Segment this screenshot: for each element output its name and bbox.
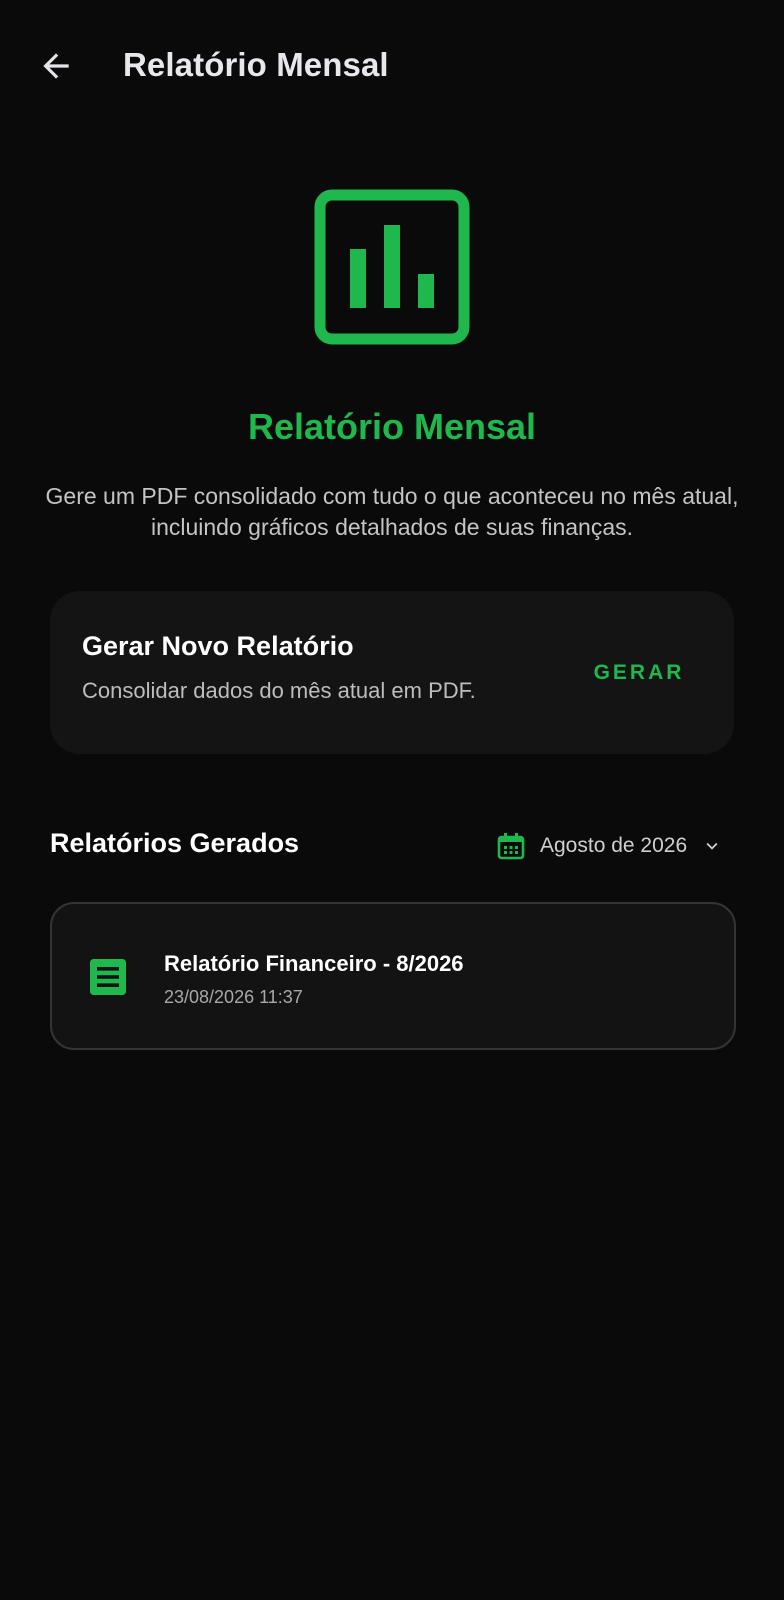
chevron-down-icon [706,842,718,850]
bar-chart-box-icon [314,189,470,345]
report-list-item[interactable]: Relatório Financeiro - 8/2026 23/08/2026… [50,902,736,1050]
report-date: 23/08/2026 11:37 [164,987,303,1007]
reports-section-title: Relatórios Gerados [50,828,300,858]
page-title: Relatório Mensal [123,46,389,83]
arrow-back-icon [43,53,69,79]
back-button[interactable] [30,40,82,92]
report-title: Relatório Financeiro - 8/2026 [164,951,464,976]
hero-description: Gere um PDF consolidado com tudo o que a… [45,483,739,540]
document-icon [90,959,126,995]
month-filter-dropdown[interactable]: Agosto de 2026 [494,825,734,867]
generate-card-subtitle: Consolidar dados do mês atual em PDF. [82,678,476,703]
month-filter-label: Agosto de 2026 [540,834,688,857]
calendar-icon [497,833,525,860]
app-bar: Relatório Mensal [0,0,784,134]
generate-card-title: Gerar Novo Relatório [82,631,354,661]
hero-title: Relatório Mensal [247,406,537,447]
generate-button[interactable]: GERAR [570,645,708,701]
generate-report-card: Gerar Novo Relatório Consolidar dados do… [50,591,734,754]
